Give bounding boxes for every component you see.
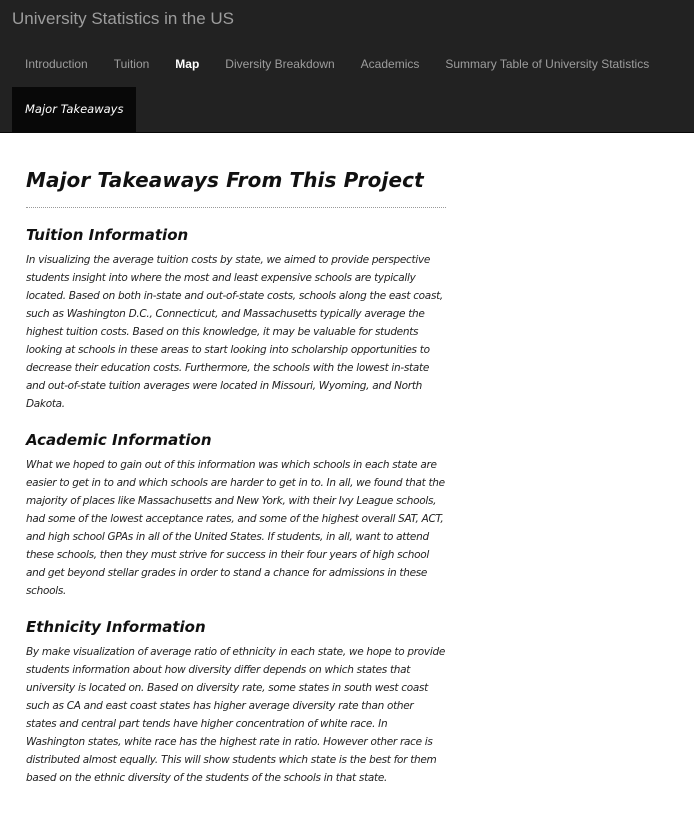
nav-item-major-takeaways[interactable]: Major Takeaways	[12, 87, 137, 132]
section-text-academic: What we hoped to gain out of this inform…	[26, 459, 445, 597]
nav-item-tuition[interactable]: Tuition	[101, 44, 163, 84]
nav-item-introduction[interactable]: Introduction	[12, 44, 101, 84]
nav-item-map[interactable]: Map	[162, 44, 212, 84]
section-text-tuition: In visualizing the average tuition costs…	[26, 254, 443, 410]
nav-item-academics[interactable]: Academics	[348, 44, 433, 84]
page-title: Major Takeaways From This Project	[26, 168, 446, 208]
section-title-academic: Academic Information	[26, 431, 212, 449]
section-title-ethnicity: Ethnicity Information	[26, 618, 206, 636]
main-content: Major Takeaways From This Project Tuitio…	[26, 168, 446, 787]
section-text-ethnicity: By make visualization of average ratio o…	[26, 646, 445, 784]
nav-item-diversity-breakdown[interactable]: Diversity Breakdown	[212, 44, 347, 84]
nav-menu: Introduction Tuition Map Diversity Break…	[12, 44, 662, 84]
section-title-tuition: Tuition Information	[26, 226, 189, 244]
nav-item-summary-table[interactable]: Summary Table of University Statistics	[432, 44, 662, 84]
navbar: University Statistics in the US Introduc…	[0, 0, 694, 133]
nav-menu-second-row: Major Takeaways	[12, 87, 137, 132]
site-brand[interactable]: University Statistics in the US	[12, 9, 234, 29]
